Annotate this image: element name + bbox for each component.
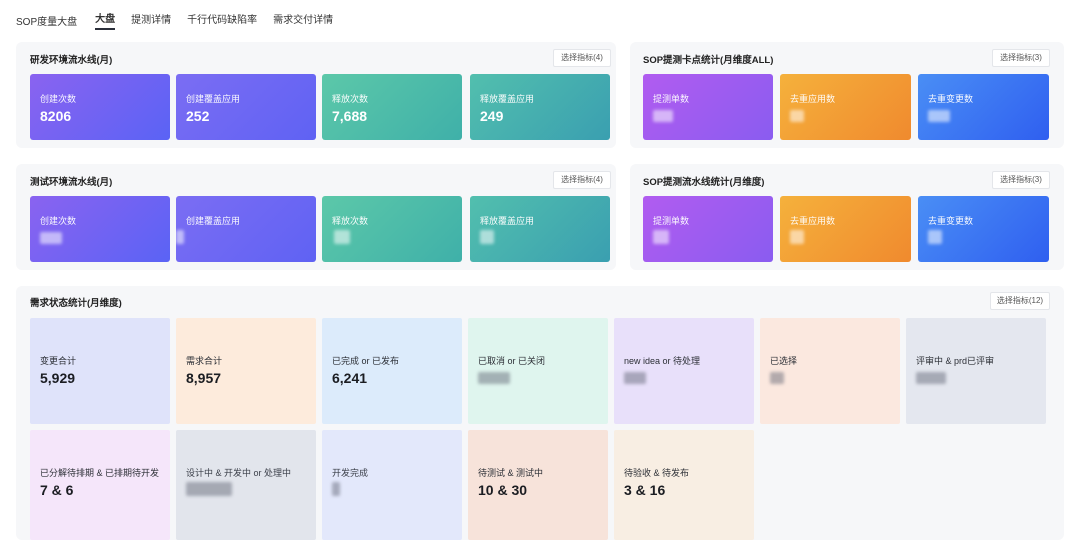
redacted-value xyxy=(334,230,350,244)
status-card-reviewing[interactable]: 评审中 & prd已评审 xyxy=(906,318,1046,424)
redacted-value xyxy=(186,482,232,496)
app-title: SOP度量大盘 xyxy=(16,16,78,28)
test-card-create-count[interactable]: 创建次数 xyxy=(30,196,170,262)
status-card-testing[interactable]: 待测试 & 测试中 10 & 30 xyxy=(468,430,608,540)
redacted-value xyxy=(40,232,62,244)
card-label: 已选择 xyxy=(770,356,798,366)
redacted-value xyxy=(790,230,804,244)
card-value: 3 & 16 xyxy=(624,482,666,498)
test-card-release-apps[interactable]: 释放覆盖应用 xyxy=(470,196,610,262)
card-value: 7,688 xyxy=(332,108,368,124)
tab-defect-rate[interactable]: 千行代码缺陷率 xyxy=(187,11,257,29)
card-value: 6,241 xyxy=(332,370,368,386)
card-label: 提测单数 xyxy=(653,216,690,226)
card-label: 已完成 or 已发布 xyxy=(332,356,400,366)
card-label: new idea or 待处理 xyxy=(624,356,701,366)
redacted-value xyxy=(790,110,804,122)
status-card-cancelled-closed[interactable]: 已取消 or 已关闭 xyxy=(468,318,608,424)
card-label: 已分解待排期 & 已排期待开发 xyxy=(40,468,160,478)
card-value: 8,957 xyxy=(186,370,222,386)
card-label: 待测试 & 测试中 xyxy=(478,468,544,478)
dev-card-create-count[interactable]: 创建次数 8206 xyxy=(30,74,170,140)
tab-test-details[interactable]: 提测详情 xyxy=(131,11,171,29)
card-label: 变更合计 xyxy=(40,356,77,366)
card-label: 提测单数 xyxy=(653,94,690,104)
redacted-value xyxy=(653,230,669,244)
dev-card-release-apps[interactable]: 释放覆盖应用 249 xyxy=(470,74,610,140)
sop-pipeline-card-test-orders[interactable]: 提测单数 xyxy=(643,196,773,262)
card-label: 去重变更数 xyxy=(928,216,974,226)
card-label: 释放次数 xyxy=(332,94,369,104)
card-label: 待验收 & 待发布 xyxy=(624,468,690,478)
dev-pipeline-select-button[interactable]: 选择指标(4) xyxy=(553,49,611,67)
card-value: 8206 xyxy=(40,108,72,124)
card-label: 释放覆盖应用 xyxy=(480,94,535,104)
sop-pipeline-card-unique-apps[interactable]: 去重应用数 xyxy=(780,196,911,262)
demand-status-select-button[interactable]: 选择指标(12) xyxy=(990,292,1050,310)
test-pipeline-select-button[interactable]: 选择指标(4) xyxy=(553,171,611,189)
redacted-value xyxy=(653,110,673,122)
status-card-total-changes[interactable]: 变更合计 5,929 xyxy=(30,318,170,424)
status-card-acceptance[interactable]: 待验收 & 待发布 3 & 16 xyxy=(614,430,754,540)
status-card-selected[interactable]: 已选择 xyxy=(760,318,900,424)
sop-checkpoint-select-button[interactable]: 选择指标(3) xyxy=(992,49,1050,67)
status-card-in-development[interactable]: 设计中 & 开发中 or 处理中 xyxy=(176,430,316,540)
card-label: 创建覆盖应用 xyxy=(186,216,241,226)
sop-pipeline-card-unique-changes[interactable]: 去重变更数 xyxy=(918,196,1049,262)
card-value: 10 & 30 xyxy=(478,482,528,498)
tab-delivery-details[interactable]: 需求交付详情 xyxy=(273,11,333,29)
card-label: 创建次数 xyxy=(40,94,77,104)
card-label: 释放次数 xyxy=(332,216,369,226)
redacted-value xyxy=(928,230,942,244)
card-label: 已取消 or 已关闭 xyxy=(478,356,546,366)
redacted-value xyxy=(332,482,340,496)
redacted-value xyxy=(928,110,950,122)
card-value: 5,929 xyxy=(40,370,76,386)
demand-status-title: 需求状态统计(月维度) xyxy=(30,298,122,309)
card-label: 需求合计 xyxy=(186,356,223,366)
card-value: 249 xyxy=(480,108,504,124)
redacted-value xyxy=(478,372,510,384)
sop-pipeline-select-button[interactable]: 选择指标(3) xyxy=(992,171,1050,189)
redacted-value xyxy=(480,230,494,244)
card-label: 释放覆盖应用 xyxy=(480,216,535,226)
card-label: 创建覆盖应用 xyxy=(186,94,241,104)
dev-card-create-apps[interactable]: 创建覆盖应用 252 xyxy=(176,74,316,140)
card-label: 去重变更数 xyxy=(928,94,974,104)
status-card-total-demands[interactable]: 需求合计 8,957 xyxy=(176,318,316,424)
dev-card-release-count[interactable]: 释放次数 7,688 xyxy=(322,74,462,140)
redacted-value xyxy=(770,372,784,384)
card-label: 设计中 & 开发中 or 处理中 xyxy=(186,468,292,478)
sop-card-unique-apps[interactable]: 去重应用数 xyxy=(780,74,911,140)
test-pipeline-title: 测试环境流水线(月) xyxy=(30,177,113,188)
card-label: 创建次数 xyxy=(40,216,77,226)
sop-pipeline-title: SOP提测流水线统计(月维度) xyxy=(643,177,765,188)
card-label: 评审中 & prd已评审 xyxy=(916,356,995,366)
top-nav: SOP度量大盘 大盘 提测详情 千行代码缺陷率 需求交付详情 xyxy=(16,10,349,30)
status-card-done-released[interactable]: 已完成 or 已发布 6,241 xyxy=(322,318,462,424)
card-label: 去重应用数 xyxy=(790,216,836,226)
dev-pipeline-title: 研发环境流水线(月) xyxy=(30,55,113,66)
redacted-value xyxy=(176,230,184,244)
status-card-new-idea-pending[interactable]: new idea or 待处理 xyxy=(614,318,754,424)
status-card-dev-complete[interactable]: 开发完成 xyxy=(322,430,462,540)
redacted-value xyxy=(624,372,646,384)
card-value: 252 xyxy=(186,108,210,124)
card-label: 去重应用数 xyxy=(790,94,836,104)
sop-checkpoint-title: SOP提测卡点统计(月维度ALL) xyxy=(643,55,774,66)
sop-card-test-orders[interactable]: 提测单数 xyxy=(643,74,773,140)
test-card-release-count[interactable]: 释放次数 xyxy=(322,196,462,262)
card-value: 7 & 6 xyxy=(40,482,74,498)
redacted-value xyxy=(916,372,946,384)
status-card-scheduled[interactable]: 已分解待排期 & 已排期待开发 7 & 6 xyxy=(30,430,170,540)
card-label: 开发完成 xyxy=(332,468,369,478)
sop-card-unique-changes[interactable]: 去重变更数 xyxy=(918,74,1049,140)
tab-overview[interactable]: 大盘 xyxy=(95,10,116,30)
test-card-create-apps[interactable]: 创建覆盖应用 xyxy=(176,196,316,262)
